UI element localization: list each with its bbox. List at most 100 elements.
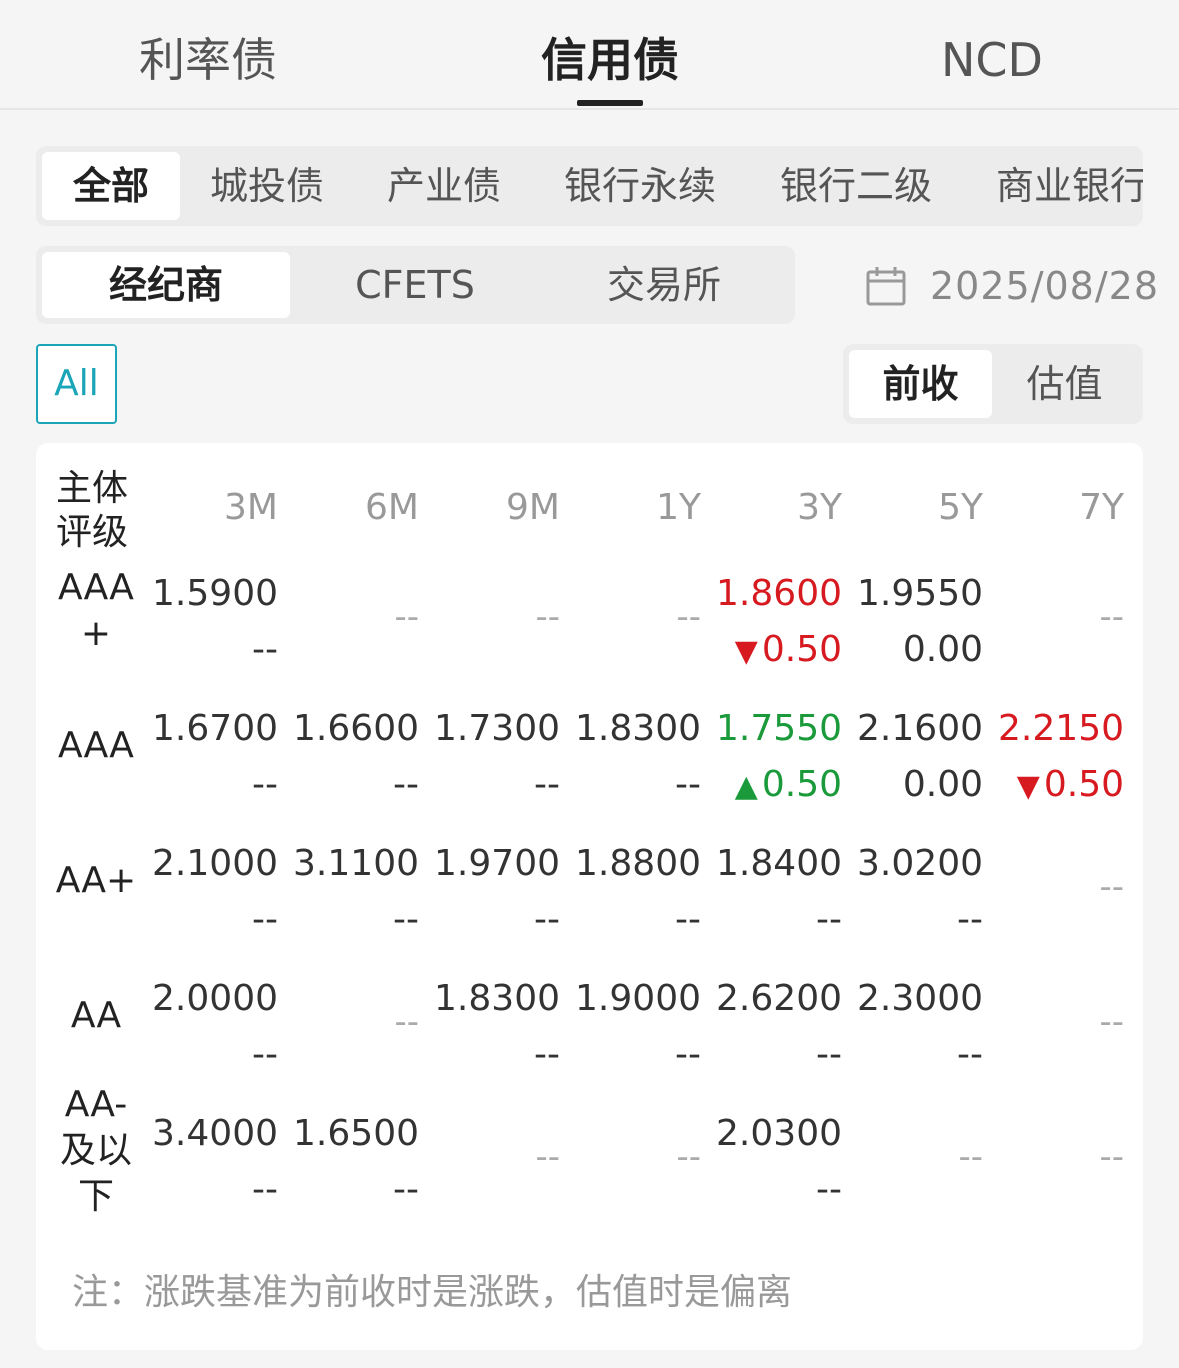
yield-change-text: -- [534,764,560,805]
yield-change: -- [430,764,560,805]
source-broker[interactable]: 经纪商 [42,252,290,318]
empty-cell: -- [1099,867,1124,907]
rating-header: 主体 评级 [56,467,136,555]
yield-change-text: -- [393,764,419,805]
yield-value[interactable]: 1.8400 [712,843,842,884]
yield-change-text: 0.50 [761,764,842,805]
empty-cell: -- [1099,1137,1124,1177]
yield-matrix-card: 主体 评级 3M 6M 9M 1Y 3Y 5Y 7Y AAA +1.5900 -- -- -- -- 1… [36,443,1143,1350]
yield-value[interactable]: 1.9700 [430,843,560,884]
mode-previous-close[interactable]: 前收 [849,350,992,418]
yield-change: ▼ 0.50 [712,629,842,670]
yield-change-text: -- [816,1169,842,1210]
category-industrial[interactable]: 产业债 [387,152,501,220]
rating-label-line: AA+ [55,860,137,901]
tenor-header-7y: 7Y [1079,487,1124,528]
yield-change: -- [289,764,419,805]
rating-header-line-1: 主体 [56,468,129,509]
up-triangle-icon: ▲ [734,769,758,804]
tab-credit-bonds[interactable]: 信用债 [520,28,700,92]
yield-change-text: -- [816,1034,842,1075]
yield-change-text: -- [675,764,701,805]
yield-value[interactable]: 1.9000 [571,978,701,1019]
yield-change-text: 0.50 [1043,764,1124,805]
category-chengtou[interactable]: 城投债 [210,152,324,220]
yield-value[interactable]: 1.7550 [712,708,842,749]
yield-value[interactable]: 3.1100 [289,843,419,884]
yield-change: -- [289,899,419,940]
rating-label-line: AA [70,995,122,1036]
tab-ncd[interactable]: NCD [912,28,1072,92]
yield-change: -- [853,899,983,940]
yield-change-text: -- [675,899,701,940]
empty-cell: -- [676,597,701,637]
yield-value[interactable]: 1.6700 [148,708,278,749]
rating-label-line: 及以 [59,1130,132,1171]
yield-change: 0.00 [853,629,983,670]
yield-value[interactable]: 2.0300 [712,1113,842,1154]
yield-change: -- [148,764,278,805]
date-text: 2025/08/28 [930,264,1160,308]
source-cfets[interactable]: CFETS [291,252,539,318]
yield-value[interactable]: 1.6600 [289,708,419,749]
yield-value[interactable]: 1.7300 [430,708,560,749]
all-filter-button[interactable]: All [36,344,117,424]
yield-value[interactable]: 2.1000 [148,843,278,884]
category-all[interactable]: 全部 [42,152,180,220]
yield-value[interactable]: 2.1600 [853,708,983,749]
empty-cell: -- [676,1137,701,1177]
category-bank-perpetual[interactable]: 银行永续 [564,152,716,220]
tenor-header-1y: 1Y [656,487,701,528]
tab-rate-bonds[interactable]: 利率债 [118,28,298,92]
category-commercial-bank[interactable]: 商业银行 [996,152,1143,220]
category-bank-tier2[interactable]: 银行二级 [780,152,932,220]
yield-change-text: -- [252,899,278,940]
category-filter-bar: 全部 城投债 产业债 银行永续 银行二级 商业银行 [36,146,1143,226]
yield-value[interactable]: 2.6200 [712,978,842,1019]
yield-change: -- [148,899,278,940]
yield-change-text: -- [252,629,278,670]
top-tab-bar: 利率债 信用债 NCD [0,0,1179,110]
yield-change-text: -- [534,899,560,940]
calendar-icon [866,267,906,306]
empty-cell: -- [958,1137,983,1177]
empty-cell: -- [1099,597,1124,637]
yield-value[interactable]: 2.3000 [853,978,983,1019]
yield-value[interactable]: 3.4000 [148,1113,278,1154]
yield-change: -- [571,764,701,805]
yield-value[interactable]: 1.6500 [289,1113,419,1154]
yield-value[interactable]: 1.8300 [430,978,560,1019]
yield-change-text: -- [252,764,278,805]
yield-change-text: 0.50 [761,629,842,670]
yield-value[interactable]: 2.2150 [994,708,1124,749]
down-triangle-icon: ▼ [1016,769,1040,804]
yield-value[interactable]: 2.0000 [148,978,278,1019]
rating-label: AA+ [50,858,142,904]
yield-change-text: -- [252,1034,278,1075]
active-tab-indicator [577,100,643,106]
mode-valuation[interactable]: 估值 [993,350,1136,418]
yield-value[interactable]: 3.0200 [853,843,983,884]
yield-value[interactable]: 1.9550 [853,573,983,614]
yield-value[interactable]: 1.8300 [571,708,701,749]
yield-change: -- [571,899,701,940]
yield-change-text: -- [393,899,419,940]
yield-change: ▲ 0.50 [712,764,842,805]
empty-cell: -- [1099,1002,1124,1042]
yield-value[interactable]: 1.5900 [148,573,278,614]
empty-cell: -- [535,1137,560,1177]
yield-change: -- [148,1169,278,1210]
tenor-header-6m: 6M [365,487,419,528]
mode-toggle: 前收 估值 [843,344,1143,424]
source-filter-bar: 经纪商 CFETS 交易所 [36,246,795,324]
yield-value[interactable]: 1.8600 [712,573,842,614]
yield-change-text: -- [252,1169,278,1210]
date-picker[interactable]: 2025/08/28 [866,256,1159,316]
yield-change-text: 0.00 [902,629,983,670]
yield-change: -- [571,1034,701,1075]
yield-value[interactable]: 1.8800 [571,843,701,884]
source-exchange[interactable]: 交易所 [540,252,788,318]
rating-label-line: + [80,613,112,654]
empty-cell: -- [394,1002,419,1042]
tenor-header-3y: 3Y [797,487,842,528]
